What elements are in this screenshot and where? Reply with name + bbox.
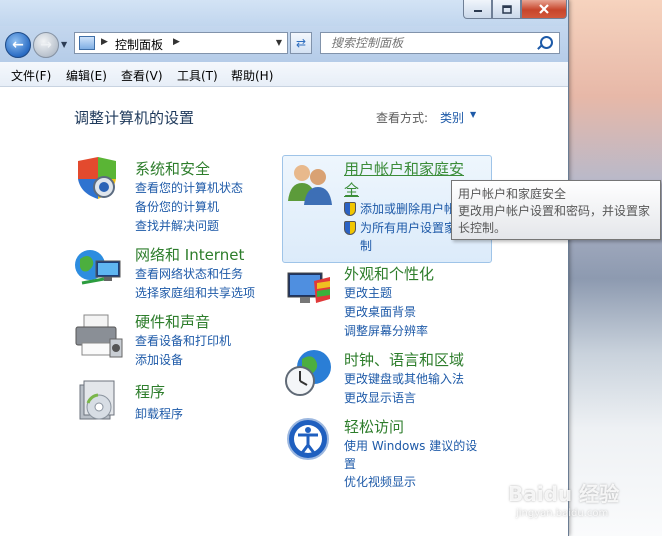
breadcrumb-separator-icon[interactable]: ▶	[173, 37, 180, 47]
breadcrumb-separator-icon[interactable]: ▶	[101, 37, 108, 47]
page-title: 调整计算机的设置	[74, 109, 195, 127]
category-network-internet[interactable]: 网络和 Internet	[135, 244, 244, 265]
menu-tools[interactable]: 工具(T)	[177, 67, 218, 84]
baidu-watermark-url: jingyan.baidu.com	[516, 508, 609, 519]
minimize-button[interactable]	[463, 0, 492, 19]
menu-help[interactable]: 帮助(H)	[231, 67, 273, 84]
back-button[interactable]: ←	[5, 32, 31, 58]
forward-arrow-icon: →	[40, 37, 52, 53]
tooltip-description: 更改用户帐户设置和密码，并设置家	[458, 204, 651, 218]
search-input[interactable]	[329, 35, 533, 51]
link-add-remove-user[interactable]: 添加或删除用户帐	[360, 200, 456, 217]
category-ease-of-access[interactable]: 轻松访问	[344, 416, 404, 437]
menu-edit[interactable]: 编辑(E)	[66, 67, 107, 84]
search-box[interactable]	[320, 32, 560, 54]
link-find-fix-problems[interactable]: 查找并解决问题	[135, 217, 219, 234]
title-bar	[0, 0, 568, 26]
view-by-label: 查看方式:	[376, 111, 429, 125]
tooltip-title: 用户帐户和家庭安全	[458, 187, 567, 201]
link-backup-computer[interactable]: 备份您的计算机	[135, 198, 219, 215]
printer-icon[interactable]	[74, 311, 124, 359]
category-clock-language-region[interactable]: 时钟、语言和区域	[344, 349, 464, 370]
link-view-network-status[interactable]: 查看网络状态和任务	[135, 265, 243, 282]
link-windows-suggested-settings[interactable]: 使用 Windows 建议的设	[344, 437, 477, 454]
security-shield-icon[interactable]	[74, 157, 120, 201]
address-bar[interactable]: ▶ 控制面板 ▶ ▼	[74, 32, 288, 54]
minimize-icon	[473, 10, 482, 12]
forward-button[interactable]: →	[33, 32, 59, 58]
address-dropdown-icon[interactable]: ▼	[276, 38, 282, 47]
link-change-display-language[interactable]: 更改显示语言	[344, 389, 416, 406]
search-icon[interactable]	[540, 36, 553, 49]
link-add-device[interactable]: 添加设备	[135, 351, 183, 368]
category-user-accounts[interactable]: 用户帐户和家庭安	[344, 158, 464, 179]
link-parental-controls[interactable]: 为所有用户设置家	[360, 219, 456, 236]
programs-box-icon[interactable]	[76, 379, 122, 425]
view-by-arrow-icon[interactable]: ▼	[470, 110, 476, 119]
link-uninstall-program[interactable]: 卸载程序	[135, 405, 183, 422]
link-change-desktop-background[interactable]: 更改桌面背景	[344, 303, 416, 320]
control-panel-icon	[79, 36, 95, 50]
breadcrumb-control-panel[interactable]: 控制面板	[115, 36, 163, 53]
uac-shield-icon	[344, 202, 356, 216]
clock-globe-icon[interactable]	[284, 347, 334, 399]
user-accounts-tooltip: 用户帐户和家庭安全 更改用户帐户设置和密码，并设置家 长控制。	[451, 180, 661, 240]
link-change-keyboard-input[interactable]: 更改键盘或其他输入法	[344, 370, 464, 387]
link-adjust-resolution[interactable]: 调整屏幕分辨率	[344, 322, 428, 339]
menu-file[interactable]: 文件(F)	[11, 67, 51, 84]
view-by-dropdown[interactable]: 类别	[440, 109, 464, 126]
maximize-button[interactable]	[492, 0, 521, 19]
uac-shield-icon	[344, 221, 356, 235]
category-appearance[interactable]: 外观和个性化	[344, 263, 434, 284]
category-hardware-sound[interactable]: 硬件和声音	[135, 311, 210, 332]
close-icon	[539, 4, 549, 14]
recent-pages-dropdown-icon[interactable]: ▼	[61, 40, 67, 49]
navigation-bar: ← → ▼ ▶ 控制面板 ▶ ▼ ⇄	[0, 26, 568, 62]
control-panel-window: ← → ▼ ▶ 控制面板 ▶ ▼ ⇄ 文件(F) 编辑(E) 查看(V) 工具(…	[0, 0, 569, 536]
back-arrow-icon: ←	[12, 37, 24, 53]
ease-of-access-icon[interactable]	[286, 417, 332, 463]
menu-bar: 文件(F) 编辑(E) 查看(V) 工具(T) 帮助(H)	[0, 62, 568, 87]
link-change-theme[interactable]: 更改主题	[344, 284, 392, 301]
baidu-watermark: Baidu 经验	[508, 482, 620, 506]
link-view-computer-status[interactable]: 查看您的计算机状态	[135, 179, 243, 196]
network-globe-icon[interactable]	[74, 247, 124, 289]
close-button[interactable]	[521, 0, 567, 19]
link-homegroup-sharing[interactable]: 选择家庭组和共享选项	[135, 284, 255, 301]
refresh-icon: ⇄	[295, 36, 307, 50]
refresh-button[interactable]: ⇄	[290, 32, 312, 54]
menu-view[interactable]: 查看(V)	[121, 67, 163, 84]
category-user-accounts-line2[interactable]: 全	[344, 179, 359, 200]
appearance-monitor-icon[interactable]	[286, 269, 334, 311]
link-parental-controls-wrap[interactable]: 制	[360, 237, 372, 254]
main-content: 调整计算机的设置 查看方式: 类别 ▼ 系统和安全 查看您的计算机状态 备份您的…	[0, 87, 568, 536]
desktop-background	[568, 0, 662, 536]
category-programs[interactable]: 程序	[135, 381, 165, 402]
caption-buttons	[463, 0, 567, 19]
tooltip-description-wrap: 长控制。	[458, 221, 507, 235]
category-system-security[interactable]: 系统和安全	[135, 158, 210, 179]
maximize-icon	[501, 4, 512, 14]
link-optimize-visual-display[interactable]: 优化视频显示	[344, 473, 416, 490]
link-devices-printers[interactable]: 查看设备和打印机	[135, 332, 231, 349]
link-windows-suggested-settings-wrap[interactable]: 置	[344, 455, 356, 472]
user-accounts-icon[interactable]	[286, 161, 334, 205]
